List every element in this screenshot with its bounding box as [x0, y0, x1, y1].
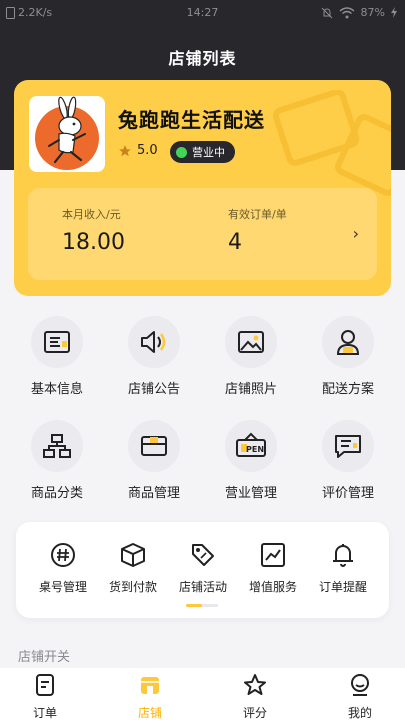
stat-income-value: 18.00: [62, 230, 125, 255]
tab-rating[interactable]: 评分: [220, 673, 290, 720]
battery-level: 87%: [360, 6, 385, 19]
category-tree-icon: [43, 434, 71, 458]
grid-label: 店铺照片: [224, 382, 277, 397]
tool-order-reminder[interactable]: 订单提醒: [308, 542, 378, 595]
grid-label: 营业管理: [224, 486, 277, 501]
tab-orders[interactable]: 订单: [10, 673, 80, 720]
grid-item-delivery[interactable]: 配送方案: [300, 316, 396, 397]
grid-item-announcement[interactable]: 店铺公告: [106, 316, 202, 397]
tool-label: 桌号管理: [38, 580, 87, 594]
store-card[interactable]: 兔跑跑生活配送 5.0 营业中 本月收入/元 18.00 有效订单/单 4 ›: [14, 80, 391, 296]
tool-label: 订单提醒: [318, 580, 367, 594]
stat-income: 本月收入/元 18.00: [62, 206, 125, 255]
tool-label: 增值服务: [248, 580, 297, 594]
grid-item-photos[interactable]: 店铺照片: [203, 316, 299, 397]
tool-label: 货到付款: [108, 580, 157, 594]
tool-table-number[interactable]: 桌号管理: [28, 542, 98, 595]
tab-label: 我的: [347, 706, 372, 720]
tab-store[interactable]: 店铺: [115, 673, 185, 720]
stat-orders-label: 有效订单/单: [228, 208, 287, 221]
tool-promotion[interactable]: 店铺活动: [168, 542, 238, 595]
comment-icon: [335, 435, 361, 458]
mute-icon: [321, 7, 332, 18]
grid-item-basic-info[interactable]: 基本信息: [9, 316, 105, 397]
page-indicator: [186, 604, 218, 607]
grid-item-products[interactable]: 商品管理: [106, 420, 202, 501]
package-icon: [121, 543, 145, 567]
tab-label: 评分: [242, 706, 267, 720]
store-name: 兔跑跑生活配送: [118, 108, 265, 132]
grid-label: 基本信息: [30, 382, 83, 397]
tab-bar: 订单 店铺 评分 我的: [0, 668, 405, 720]
order-icon: [36, 674, 54, 696]
trend-icon: [261, 543, 285, 567]
page-title: 店铺列表: [168, 49, 237, 68]
grid-item-business[interactable]: PEN 营业管理: [203, 420, 299, 501]
grid-item-reviews[interactable]: 评价管理: [300, 420, 396, 501]
rabbit-logo-icon: [35, 96, 99, 170]
wifi-icon: [339, 6, 355, 18]
store-stats[interactable]: 本月收入/元 18.00 有效订单/单 4 ›: [28, 188, 377, 280]
status-badge-label: 营业中: [192, 146, 225, 159]
stat-income-label: 本月收入/元: [62, 208, 121, 221]
star-icon: [244, 674, 266, 695]
stat-orders: 有效订单/单 4: [228, 206, 287, 255]
grid-item-category[interactable]: 商品分类: [9, 420, 105, 501]
tools-card: 桌号管理 货到付款 店铺活动 增值服务 订单提醒: [16, 522, 389, 618]
tool-label: 店铺活动: [178, 580, 227, 594]
card-decoration-icon: [272, 90, 391, 196]
tool-cod[interactable]: 货到付款: [98, 542, 168, 595]
hash-icon: [51, 543, 75, 567]
svg-text:PEN: PEN: [246, 445, 264, 454]
tool-value-added[interactable]: 增值服务: [238, 542, 308, 595]
charging-icon: [391, 7, 397, 18]
star-icon: [119, 144, 131, 156]
courier-icon: [336, 330, 360, 355]
stat-orders-value: 4: [228, 230, 242, 255]
grid-label: 商品管理: [127, 486, 180, 501]
status-badge: 营业中: [170, 141, 235, 163]
store-rating: 5.0: [118, 143, 158, 158]
grid-label: 店铺公告: [127, 382, 180, 397]
store-logo: [29, 96, 105, 172]
profile-icon: [351, 674, 369, 696]
speaker-icon: [141, 331, 166, 353]
tab-label: 订单: [32, 706, 57, 720]
image-icon: [238, 331, 264, 353]
section-title: 店铺开关: [18, 650, 71, 665]
grid-label: 商品分类: [30, 486, 83, 501]
chevron-right-icon[interactable]: ›: [353, 224, 359, 243]
tab-label: 店铺: [137, 706, 162, 720]
rating-value: 5.0: [137, 143, 158, 158]
bell-icon: [333, 544, 353, 567]
store-icon: [141, 677, 159, 694]
grid-label: 配送方案: [321, 382, 374, 397]
status-dot-icon: [176, 146, 187, 158]
info-card-icon: [44, 331, 70, 353]
tab-mine[interactable]: 我的: [325, 673, 395, 720]
status-bar: 2.2K/s 14:27 87%: [0, 0, 405, 26]
open-sign-icon: PEN: [236, 432, 266, 457]
tag-icon: [192, 544, 214, 566]
grid-label: 评价管理: [321, 486, 374, 501]
product-box-icon: [141, 436, 167, 456]
